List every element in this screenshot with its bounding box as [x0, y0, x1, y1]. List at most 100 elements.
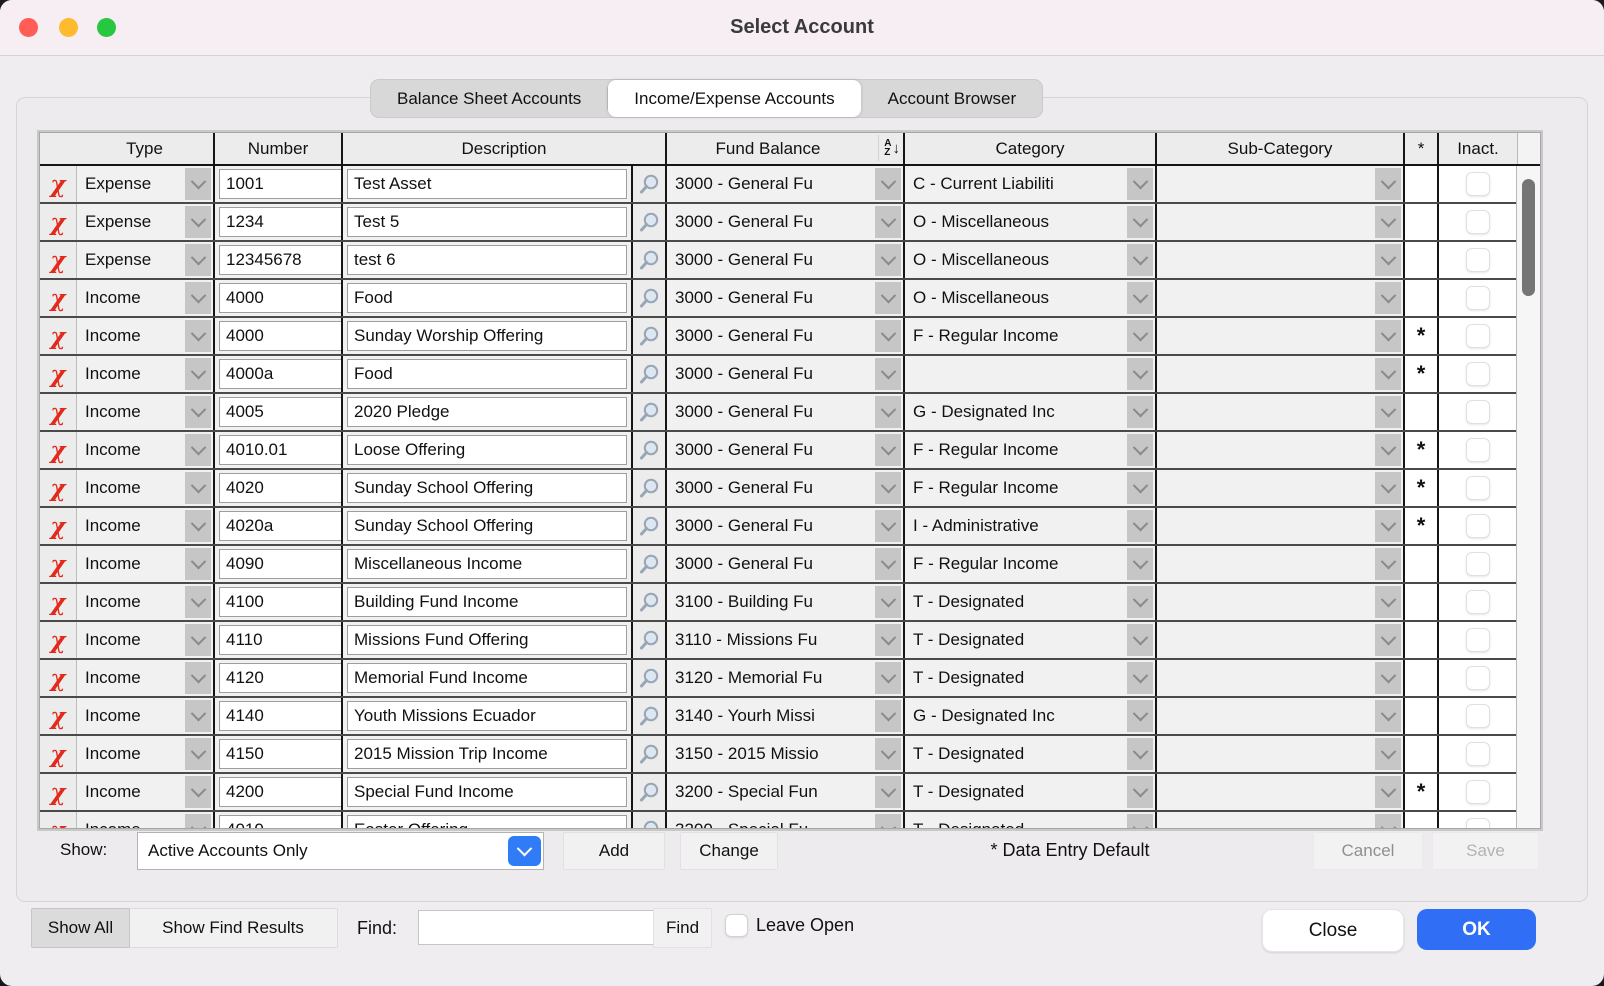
fund-balance-dropdown[interactable]: 3000 - General Fu	[665, 280, 903, 316]
number-input[interactable]	[219, 321, 341, 351]
lookup-button[interactable]	[631, 432, 665, 468]
fund-balance-dropdown[interactable]: 3000 - General Fu	[665, 508, 903, 544]
delete-row-button[interactable]: χ	[40, 318, 76, 354]
description-input[interactable]	[347, 435, 627, 465]
inactive-checkbox[interactable]	[1466, 818, 1490, 828]
lookup-button[interactable]	[631, 812, 665, 828]
fund-dropdown-button[interactable]	[875, 814, 901, 828]
type-dropdown[interactable]: Income	[76, 774, 213, 810]
fund-balance-dropdown[interactable]: 3000 - General Fu	[665, 432, 903, 468]
type-dropdown-button[interactable]	[185, 434, 211, 466]
change-button[interactable]: Change	[680, 832, 778, 870]
sub-category-dropdown[interactable]	[1155, 166, 1403, 202]
category-dropdown-button[interactable]	[1127, 472, 1153, 504]
inactive-checkbox[interactable]	[1466, 438, 1490, 462]
category-dropdown[interactable]: I - Administrative	[903, 508, 1155, 544]
type-dropdown-button[interactable]	[185, 206, 211, 238]
fund-dropdown-button[interactable]	[875, 358, 901, 390]
description-input[interactable]	[347, 739, 627, 769]
number-input[interactable]	[219, 397, 341, 427]
description-input[interactable]	[347, 207, 627, 237]
inactive-checkbox[interactable]	[1466, 590, 1490, 614]
sub-category-dropdown[interactable]	[1155, 242, 1403, 278]
description-input[interactable]	[347, 321, 627, 351]
type-dropdown[interactable]: Income	[76, 318, 213, 354]
fund-balance-dropdown[interactable]: 3000 - General Fu	[665, 546, 903, 582]
category-dropdown-button[interactable]	[1127, 700, 1153, 732]
type-dropdown[interactable]: Income	[76, 508, 213, 544]
category-dropdown[interactable]: F - Regular Income	[903, 546, 1155, 582]
type-dropdown-button[interactable]	[185, 814, 211, 828]
category-dropdown-button[interactable]	[1127, 358, 1153, 390]
type-dropdown-button[interactable]	[185, 586, 211, 618]
sub-category-dropdown-button[interactable]	[1375, 814, 1401, 828]
sub-category-dropdown-button[interactable]	[1375, 282, 1401, 314]
sub-category-dropdown-button[interactable]	[1375, 472, 1401, 504]
sub-category-dropdown[interactable]	[1155, 356, 1403, 392]
number-input[interactable]	[219, 511, 341, 541]
fund-dropdown-button[interactable]	[875, 624, 901, 656]
description-input[interactable]	[347, 283, 627, 313]
type-dropdown[interactable]: Income	[76, 280, 213, 316]
number-input[interactable]	[219, 435, 341, 465]
fund-dropdown-button[interactable]	[875, 776, 901, 808]
delete-row-button[interactable]: χ	[40, 166, 76, 202]
fund-balance-dropdown[interactable]: 3000 - General Fu	[665, 356, 903, 392]
tab-balance-sheet-accounts[interactable]: Balance Sheet Accounts	[371, 80, 607, 117]
category-dropdown-button[interactable]	[1127, 738, 1153, 770]
fund-balance-dropdown[interactable]: 3150 - 2015 Missio	[665, 736, 903, 772]
type-dropdown-button[interactable]	[185, 282, 211, 314]
find-input[interactable]	[418, 910, 668, 945]
fund-balance-dropdown[interactable]: 3200 - Special Fun	[665, 774, 903, 810]
lookup-button[interactable]	[631, 622, 665, 658]
category-dropdown[interactable]: F - Regular Income	[903, 318, 1155, 354]
lookup-button[interactable]	[631, 546, 665, 582]
description-input[interactable]	[347, 245, 627, 275]
sub-category-dropdown[interactable]	[1155, 470, 1403, 506]
inactive-checkbox[interactable]	[1466, 742, 1490, 766]
type-dropdown-button[interactable]	[185, 662, 211, 694]
category-dropdown-button[interactable]	[1127, 624, 1153, 656]
category-dropdown[interactable]: T - Designated	[903, 812, 1155, 828]
lookup-button[interactable]	[631, 660, 665, 696]
sub-category-dropdown-button[interactable]	[1375, 662, 1401, 694]
description-input[interactable]	[347, 473, 627, 503]
sub-category-dropdown[interactable]	[1155, 508, 1403, 544]
find-button[interactable]: Find	[653, 908, 712, 948]
type-dropdown[interactable]: Income	[76, 394, 213, 430]
fund-balance-dropdown[interactable]: 3000 - General Fu	[665, 318, 903, 354]
fund-dropdown-button[interactable]	[875, 586, 901, 618]
delete-row-button[interactable]: χ	[40, 432, 76, 468]
fund-dropdown-button[interactable]	[875, 168, 901, 200]
description-input[interactable]	[347, 511, 627, 541]
type-dropdown[interactable]: Income	[76, 356, 213, 392]
delete-row-button[interactable]: χ	[40, 812, 76, 828]
category-dropdown[interactable]: O - Miscellaneous	[903, 280, 1155, 316]
number-input[interactable]	[219, 473, 341, 503]
fund-dropdown-button[interactable]	[875, 320, 901, 352]
category-dropdown[interactable]: O - Miscellaneous	[903, 242, 1155, 278]
number-input[interactable]	[219, 283, 341, 313]
type-dropdown-button[interactable]	[185, 358, 211, 390]
number-input[interactable]	[219, 587, 341, 617]
sub-category-dropdown[interactable]	[1155, 394, 1403, 430]
fund-dropdown-button[interactable]	[875, 434, 901, 466]
category-dropdown[interactable]: C - Current Liabiliti	[903, 166, 1155, 202]
lookup-button[interactable]	[631, 584, 665, 620]
description-input[interactable]	[347, 815, 627, 828]
type-dropdown-button[interactable]	[185, 548, 211, 580]
sub-category-dropdown[interactable]	[1155, 280, 1403, 316]
fund-dropdown-button[interactable]	[875, 396, 901, 428]
sub-category-dropdown-button[interactable]	[1375, 358, 1401, 390]
category-dropdown-button[interactable]	[1127, 396, 1153, 428]
delete-row-button[interactable]: χ	[40, 470, 76, 506]
lookup-button[interactable]	[631, 774, 665, 810]
type-dropdown-button[interactable]	[185, 168, 211, 200]
type-dropdown-button[interactable]	[185, 472, 211, 504]
inactive-checkbox[interactable]	[1466, 514, 1490, 538]
number-input[interactable]	[219, 359, 341, 389]
number-input[interactable]	[219, 739, 341, 769]
vertical-scrollbar[interactable]	[1516, 166, 1540, 828]
type-dropdown-button[interactable]	[185, 320, 211, 352]
number-input[interactable]	[219, 245, 341, 275]
